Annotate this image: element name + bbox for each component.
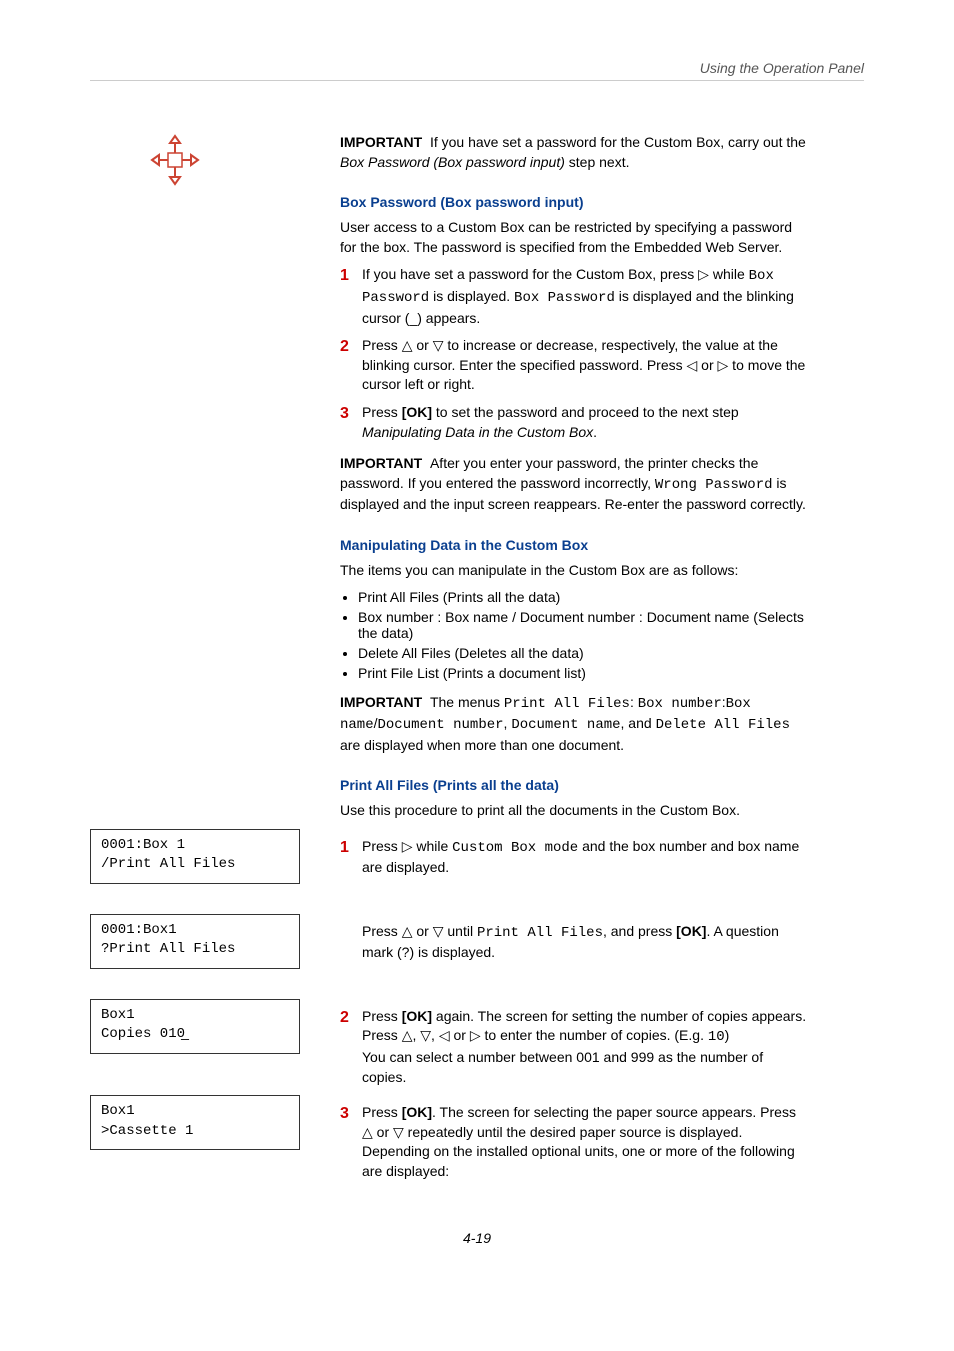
step-num-3: 3 (340, 1103, 362, 1181)
heading-print-all-files: Print All Files (Prints all the data) (340, 777, 810, 793)
step-num-2: 2 (340, 336, 362, 395)
print-all-desc: Use this procedure to print all the docu… (340, 801, 810, 821)
pa-step-2: 2 Press [OK] again. The screen for setti… (340, 1007, 810, 1087)
arrow-left-icon (687, 357, 698, 373)
arrow-right-icon (718, 357, 729, 373)
heading-manipulating-data: Manipulating Data in the Custom Box (340, 537, 810, 553)
keypad-diagram (140, 131, 210, 194)
list-item: Box number : Box name / Document number … (358, 609, 810, 641)
pa-step-3: 3 Press [OK]. The screen for selecting t… (340, 1103, 810, 1181)
arrow-up-icon (402, 337, 413, 353)
arrow-right-icon (402, 838, 413, 854)
arrow-down-icon (393, 1124, 404, 1140)
important-note-3: IMPORTANT The menus Print All Files: Box… (340, 693, 810, 756)
step-1: 1 If you have set a password for the Cus… (340, 265, 810, 328)
step-num-1: 1 (340, 837, 362, 878)
lcd-display-4: Box1 >Cassette 1 (90, 1095, 300, 1150)
arrow-right-icon (698, 266, 709, 282)
manip-list: Print All Files (Prints all the data) Bo… (340, 589, 810, 681)
step-num-3: 3 (340, 403, 362, 442)
arrow-down-icon (433, 337, 444, 353)
page-number: 4-19 (90, 1230, 864, 1246)
section-header: Using the Operation Panel (90, 60, 864, 81)
lcd-display-2: 0001:Box1 ?Print All Files (90, 914, 300, 969)
lcd-display-1: 0001:Box 1 /Print All Files (90, 829, 300, 884)
arrow-up-icon (362, 1124, 373, 1140)
heading-box-password: Box Password (Box password input) (340, 194, 810, 210)
list-item: Print All Files (Prints all the data) (358, 589, 810, 605)
step-3: 3 Press [OK] to set the password and pro… (340, 403, 810, 442)
list-item: Print File List (Prints a document list) (358, 665, 810, 681)
box-password-desc: User access to a Custom Box can be restr… (340, 218, 810, 257)
arrow-down-icon (433, 923, 444, 939)
arrow-down-icon (420, 1027, 431, 1043)
arrow-up-icon (402, 1027, 413, 1043)
pa-step-1b: Press or until Print All Files, and pres… (362, 922, 810, 963)
important-note-2: IMPORTANT After you enter your password,… (340, 454, 810, 515)
step-num-2: 2 (340, 1007, 362, 1087)
arrow-up-icon (402, 923, 413, 939)
arrow-right-icon (470, 1027, 481, 1043)
manip-intro: The items you can manipulate in the Cust… (340, 561, 810, 581)
lcd-display-3: Box1 Copies 010̲ (90, 999, 300, 1054)
step-num-1: 1 (340, 265, 362, 328)
pa-step-1: 1 Press while Custom Box mode and the bo… (340, 837, 810, 878)
important-note-1: IMPORTANT If you have set a password for… (340, 133, 810, 172)
arrow-left-icon (439, 1027, 450, 1043)
step-2: 2 Press or to increase or decrease, resp… (340, 336, 810, 395)
list-item: Delete All Files (Deletes all the data) (358, 645, 810, 661)
